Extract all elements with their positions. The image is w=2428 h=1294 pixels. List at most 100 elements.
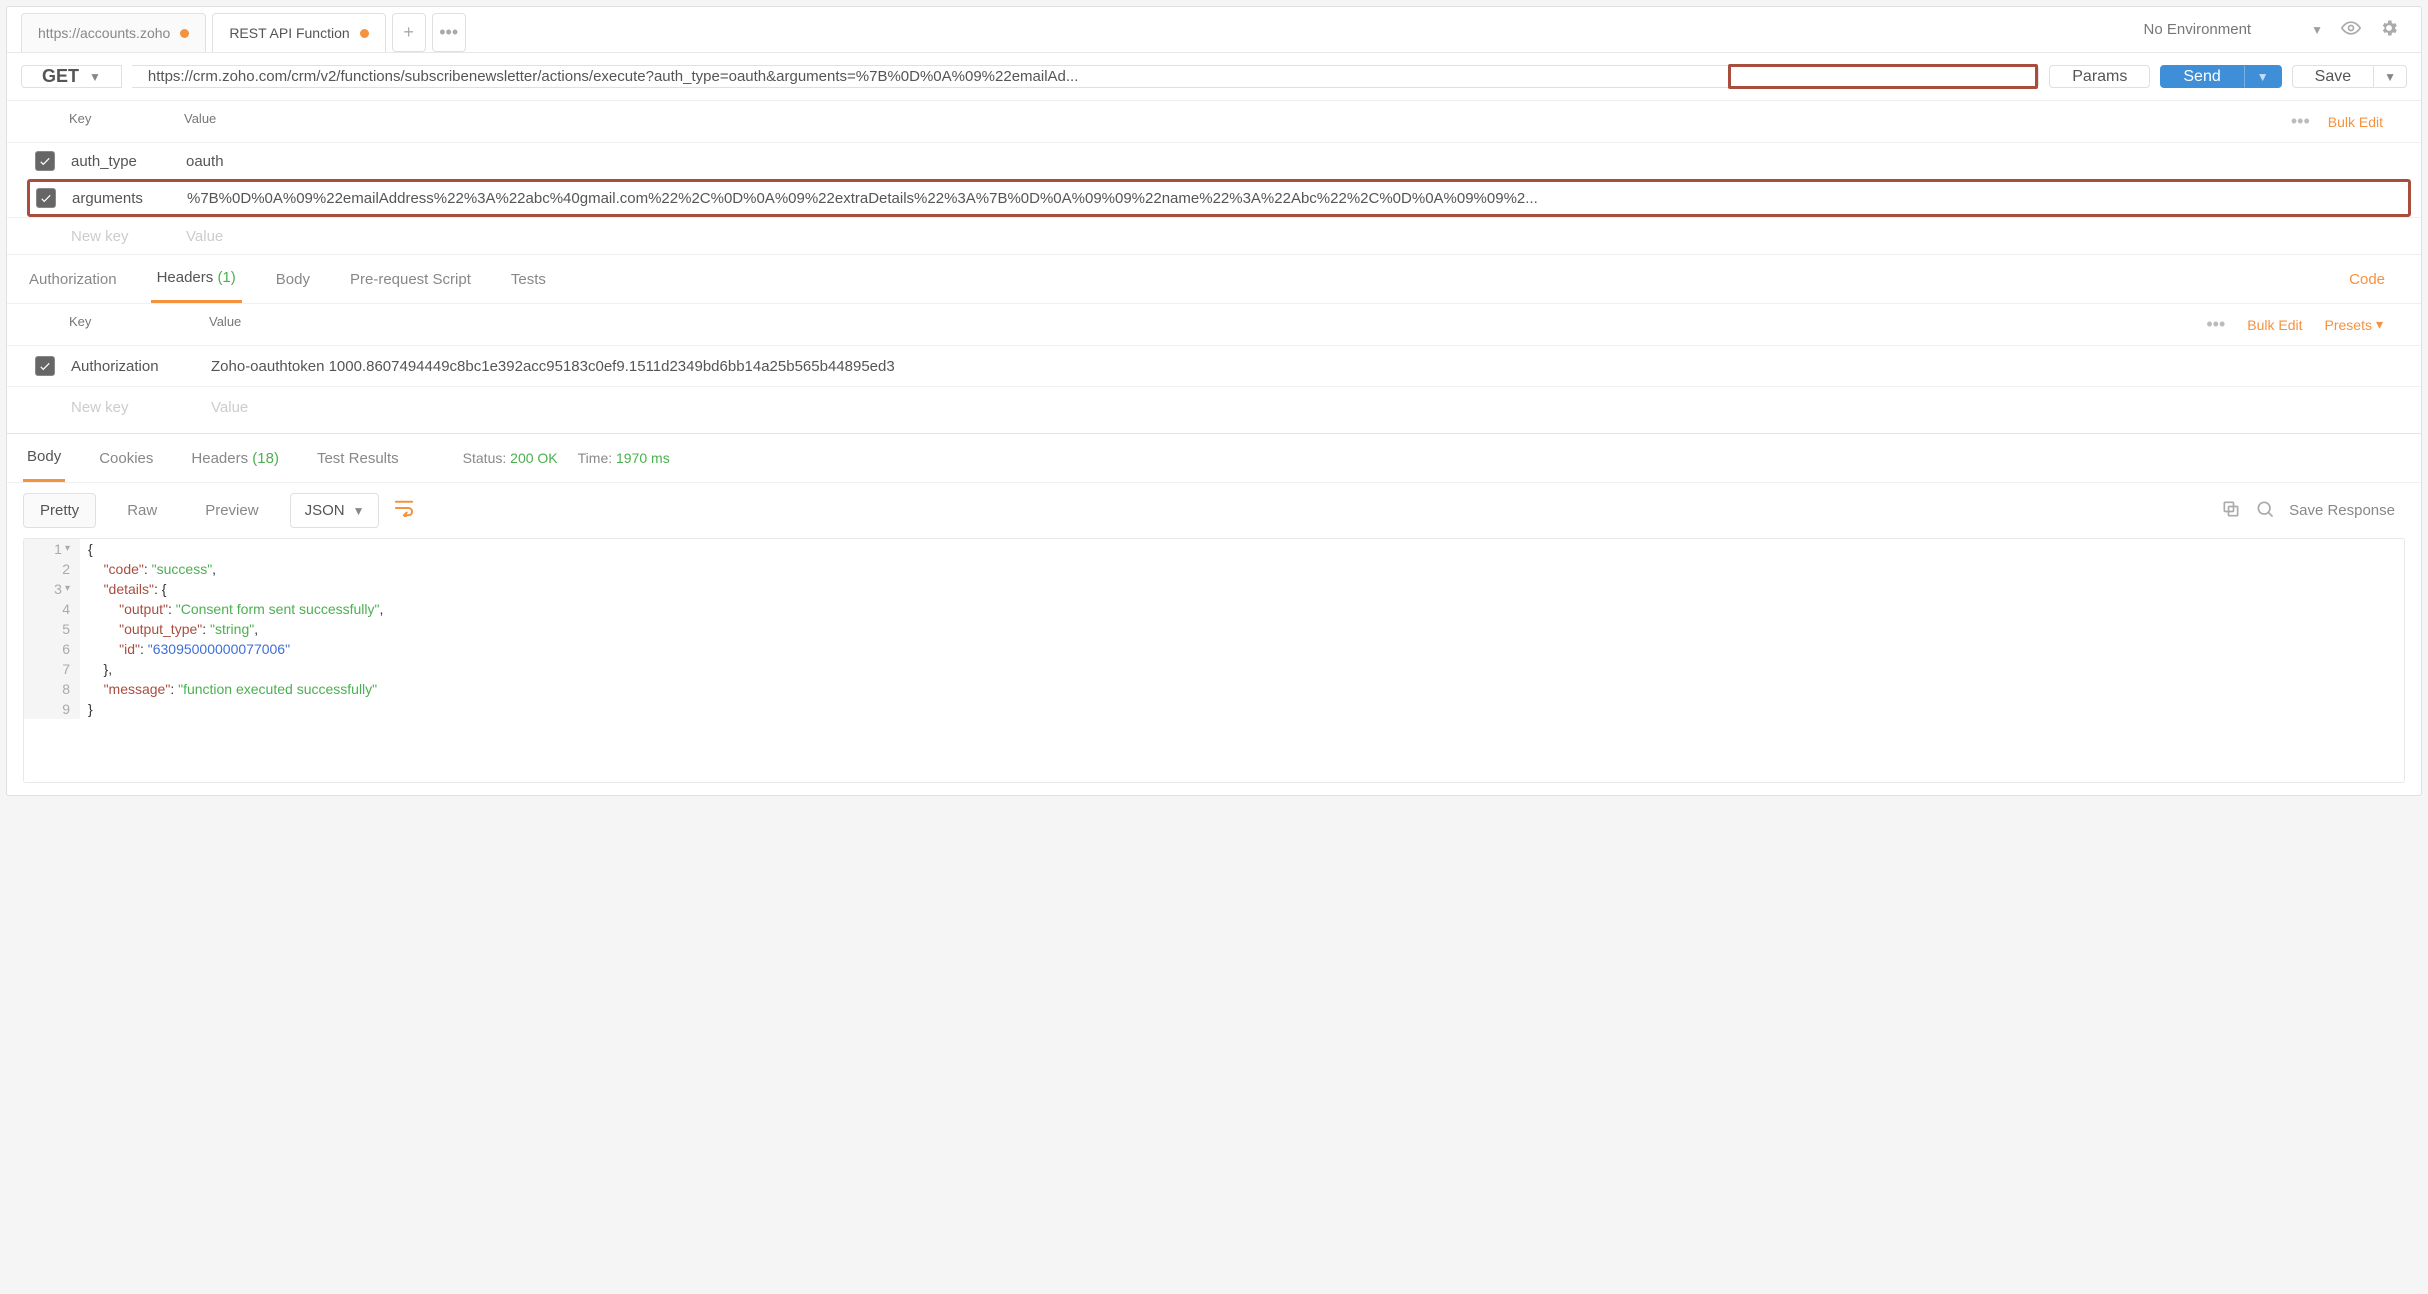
format-label: JSON — [305, 502, 345, 519]
unsaved-dot-icon — [180, 29, 189, 38]
presets-label: Presets — [2325, 317, 2372, 333]
param-key[interactable]: arguments — [72, 190, 187, 207]
tab-test-results[interactable]: Test Results — [313, 436, 403, 481]
tab-resp-body[interactable]: Body — [23, 434, 65, 482]
tab-add-button[interactable]: + — [392, 13, 426, 52]
headers-header: Key Value ••• Bulk Edit Presets ▾ — [7, 303, 2421, 345]
tab-accounts[interactable]: https://accounts.zoho — [21, 13, 206, 52]
tab-label: https://accounts.zoho — [38, 25, 170, 41]
top-bar: https://accounts.zoho REST API Function … — [7, 7, 2421, 53]
header-row[interactable]: Authorization Zoho-oauthtoken 1000.86074… — [7, 345, 2421, 386]
method-dropdown[interactable]: GET ▼ — [21, 65, 122, 88]
response-body: 1 ▾{2 "code": "success",3 ▾ "details": {… — [23, 538, 2405, 783]
bulk-edit-link[interactable]: Bulk Edit — [2328, 114, 2383, 130]
more-icon[interactable]: ••• — [2291, 111, 2310, 132]
tab-resp-cookies[interactable]: Cookies — [95, 436, 157, 481]
save-dropdown[interactable]: ▼ — [2374, 65, 2407, 88]
method-label: GET — [42, 66, 79, 87]
more-icon[interactable]: ••• — [2206, 314, 2225, 335]
code-text: } — [80, 699, 93, 719]
header-key-placeholder[interactable]: New key — [71, 399, 211, 416]
bulk-edit-link[interactable]: Bulk Edit — [2247, 317, 2302, 333]
tabs-container: https://accounts.zoho REST API Function … — [21, 13, 2144, 52]
code-text: "id": "63095000000077006" — [80, 639, 290, 659]
save-response-link[interactable]: Save Response — [2289, 502, 2405, 519]
line-number: 7 — [24, 659, 80, 679]
line-number: 9 — [24, 699, 80, 719]
view-pretty[interactable]: Pretty — [23, 493, 96, 528]
code-line: 4 "output": "Consent form sent successfu… — [24, 599, 2404, 619]
save-button[interactable]: Save — [2292, 65, 2374, 88]
tab-body[interactable]: Body — [270, 257, 316, 302]
code-text: { — [80, 539, 93, 559]
tab-headers-count: (1) — [217, 269, 235, 286]
view-preview[interactable]: Preview — [188, 493, 275, 528]
tab-resp-headers[interactable]: Headers (18) — [187, 436, 283, 481]
checkbox[interactable] — [36, 188, 56, 208]
param-value-placeholder[interactable]: Value — [186, 228, 2383, 245]
tab-prerequest[interactable]: Pre-request Script — [344, 257, 477, 302]
code-line: 2 "code": "success", — [24, 559, 2404, 579]
eye-icon[interactable] — [2341, 18, 2361, 41]
chevron-down-icon: ▼ — [2311, 23, 2323, 37]
header-value[interactable]: Zoho-oauthtoken 1000.8607494449c8bc1e392… — [211, 358, 2383, 375]
environment-dropdown[interactable]: No Environment ▼ — [2144, 21, 2323, 38]
status-value: 200 OK — [510, 450, 557, 466]
search-icon[interactable] — [2255, 499, 2275, 522]
send-dropdown[interactable]: ▼ — [2244, 65, 2282, 88]
presets-dropdown[interactable]: Presets ▾ — [2325, 316, 2384, 333]
code-link[interactable]: Code — [2349, 271, 2405, 288]
params-button[interactable]: Params — [2049, 65, 2150, 88]
code-line: 8 "message": "function executed successf… — [24, 679, 2404, 699]
param-row-new[interactable]: New key Value — [7, 217, 2421, 254]
param-value[interactable]: oauth — [186, 153, 2383, 170]
response-tabs: Body Cookies Headers (18) Test Results S… — [7, 433, 2421, 482]
params-header: Key Value ••• Bulk Edit — [7, 101, 2421, 142]
tab-tests[interactable]: Tests — [505, 257, 552, 302]
col-value: Value — [209, 314, 2206, 335]
checkbox[interactable] — [35, 356, 55, 376]
chevron-down-icon: ▼ — [2384, 70, 2396, 84]
chevron-down-icon: ▼ — [89, 70, 101, 84]
checkbox[interactable] — [35, 151, 55, 171]
code-text: "code": "success", — [80, 559, 216, 579]
tab-label: REST API Function — [229, 25, 349, 41]
request-tabs: Authorization Headers (1) Body Pre-reque… — [7, 254, 2421, 303]
tab-resp-headers-count: (18) — [252, 450, 279, 467]
tab-more-button[interactable]: ••• — [432, 13, 466, 52]
col-value: Value — [184, 111, 2291, 132]
gear-icon[interactable] — [2379, 18, 2399, 41]
param-key[interactable]: auth_type — [71, 153, 186, 170]
param-key-placeholder[interactable]: New key — [71, 228, 186, 245]
line-number: 6 — [24, 639, 80, 659]
line-number: 4 — [24, 599, 80, 619]
header-value-placeholder[interactable]: Value — [211, 399, 2383, 416]
copy-icon[interactable] — [2221, 499, 2241, 522]
tab-resp-headers-label: Headers — [191, 450, 248, 467]
body-toolbar: Pretty Raw Preview JSON ▼ Save Response — [7, 482, 2421, 538]
header-row-new[interactable]: New key Value — [7, 386, 2421, 427]
col-key: Key — [69, 111, 184, 132]
code-line: 7 }, — [24, 659, 2404, 679]
chevron-down-icon: ▼ — [2257, 70, 2269, 84]
code-text: "details": { — [80, 579, 166, 599]
tab-rest-api[interactable]: REST API Function — [212, 13, 385, 52]
line-number: 1 ▾ — [24, 539, 80, 559]
line-number: 5 — [24, 619, 80, 639]
line-number: 8 — [24, 679, 80, 699]
url-input-wrap — [132, 65, 2039, 88]
send-button[interactable]: Send — [2160, 65, 2243, 88]
url-input[interactable] — [132, 66, 2038, 87]
format-dropdown[interactable]: JSON ▼ — [290, 493, 380, 528]
param-row[interactable]: auth_type oauth — [7, 142, 2421, 179]
view-raw[interactable]: Raw — [110, 493, 174, 528]
param-row-highlighted[interactable]: arguments %7B%0D%0A%09%22emailAddress%22… — [27, 179, 2411, 217]
tab-headers[interactable]: Headers (1) — [151, 255, 242, 303]
wrap-icon[interactable] — [393, 499, 415, 522]
header-key[interactable]: Authorization — [71, 358, 211, 375]
caret-down-icon: ▾ — [2376, 316, 2383, 333]
environment-controls: No Environment ▼ — [2144, 18, 2407, 47]
code-line: 3 ▾ "details": { — [24, 579, 2404, 599]
param-value[interactable]: %7B%0D%0A%09%22emailAddress%22%3A%22abc%… — [187, 190, 2390, 207]
tab-authorization[interactable]: Authorization — [23, 257, 123, 302]
